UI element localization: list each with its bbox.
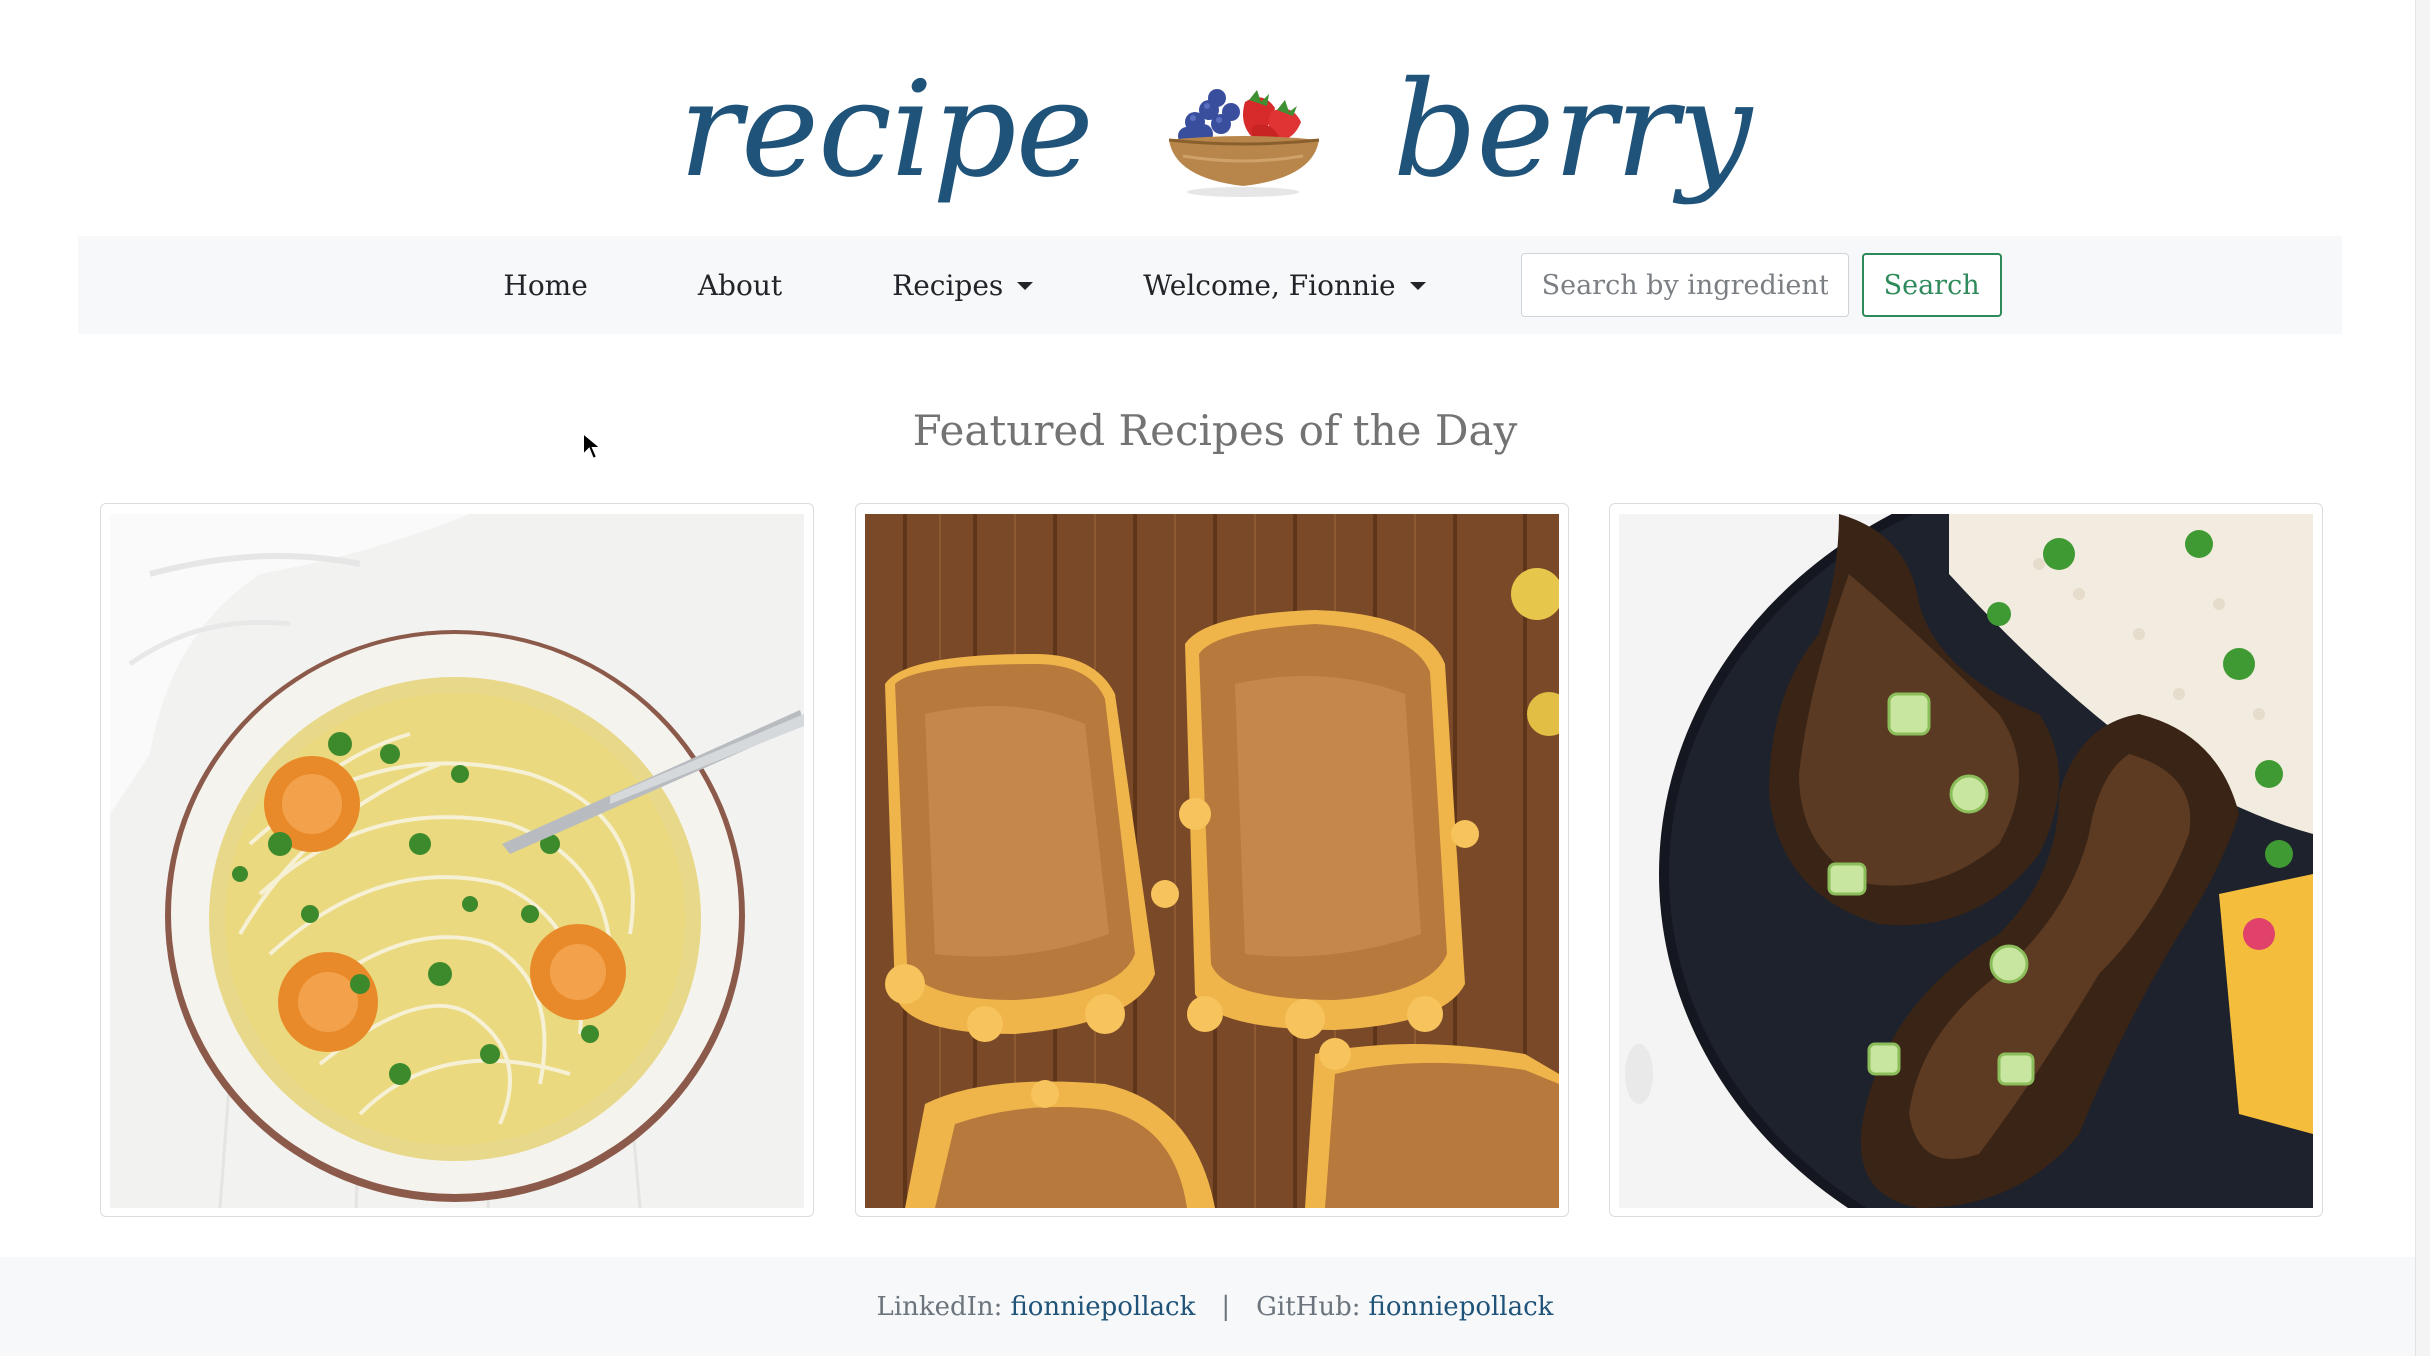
navbar: Home About Recipes Welcome, Fionnie Sear…: [78, 236, 2342, 334]
ingredient-search-input[interactable]: [1520, 253, 1849, 317]
nav-about[interactable]: About: [698, 269, 782, 302]
featured-title: Featured Recipes of the Day: [912, 406, 1518, 455]
recipe-card[interactable]: [1609, 503, 2323, 1217]
caret-down-icon: [1409, 282, 1426, 290]
footer-separator: |: [1221, 1291, 1231, 1322]
logo-word-berry: berry: [1392, 53, 1752, 207]
berry-bowl-icon: [1168, 89, 1319, 197]
nav-recipes-dropdown[interactable]: Recipes: [892, 268, 1034, 302]
recipe-card[interactable]: [855, 503, 1569, 1217]
footer-github-link[interactable]: fionniepollack: [1369, 1292, 1554, 1322]
footer: LinkedIn: fionniepollack | GitHub: fionn…: [0, 1257, 2430, 1356]
nav-about-label: About: [697, 268, 783, 302]
footer-github-label: GitHub:: [1256, 1291, 1361, 1322]
nav-user-dropdown[interactable]: Welcome, Fionnie: [1143, 268, 1426, 302]
nav-home-label: Home: [503, 268, 588, 302]
nav-recipes-label: Recipes: [892, 268, 1004, 302]
grilled-mac-cheese-image[interactable]: [865, 514, 1559, 1208]
search-button[interactable]: Search: [1861, 253, 2002, 317]
nav-home[interactable]: Home: [503, 269, 587, 302]
logo-word-recipe: recipe: [678, 53, 1094, 207]
jerk-chicken-image[interactable]: [1619, 514, 2313, 1208]
page-scrollbar[interactable]: [2415, 0, 2430, 1356]
nav-user-label: Welcome, Fionnie: [1143, 268, 1396, 302]
recipe-card[interactable]: [100, 503, 814, 1217]
footer-linkedin-link[interactable]: fionniepollack: [1010, 1292, 1195, 1322]
site-logo[interactable]: recipe berry: [0, 40, 2430, 220]
footer-linkedin-label: LinkedIn:: [876, 1291, 1003, 1322]
noodle-soup-image[interactable]: [110, 514, 804, 1208]
caret-down-icon: [1017, 282, 1034, 290]
mouse-cursor-icon: [582, 431, 603, 461]
